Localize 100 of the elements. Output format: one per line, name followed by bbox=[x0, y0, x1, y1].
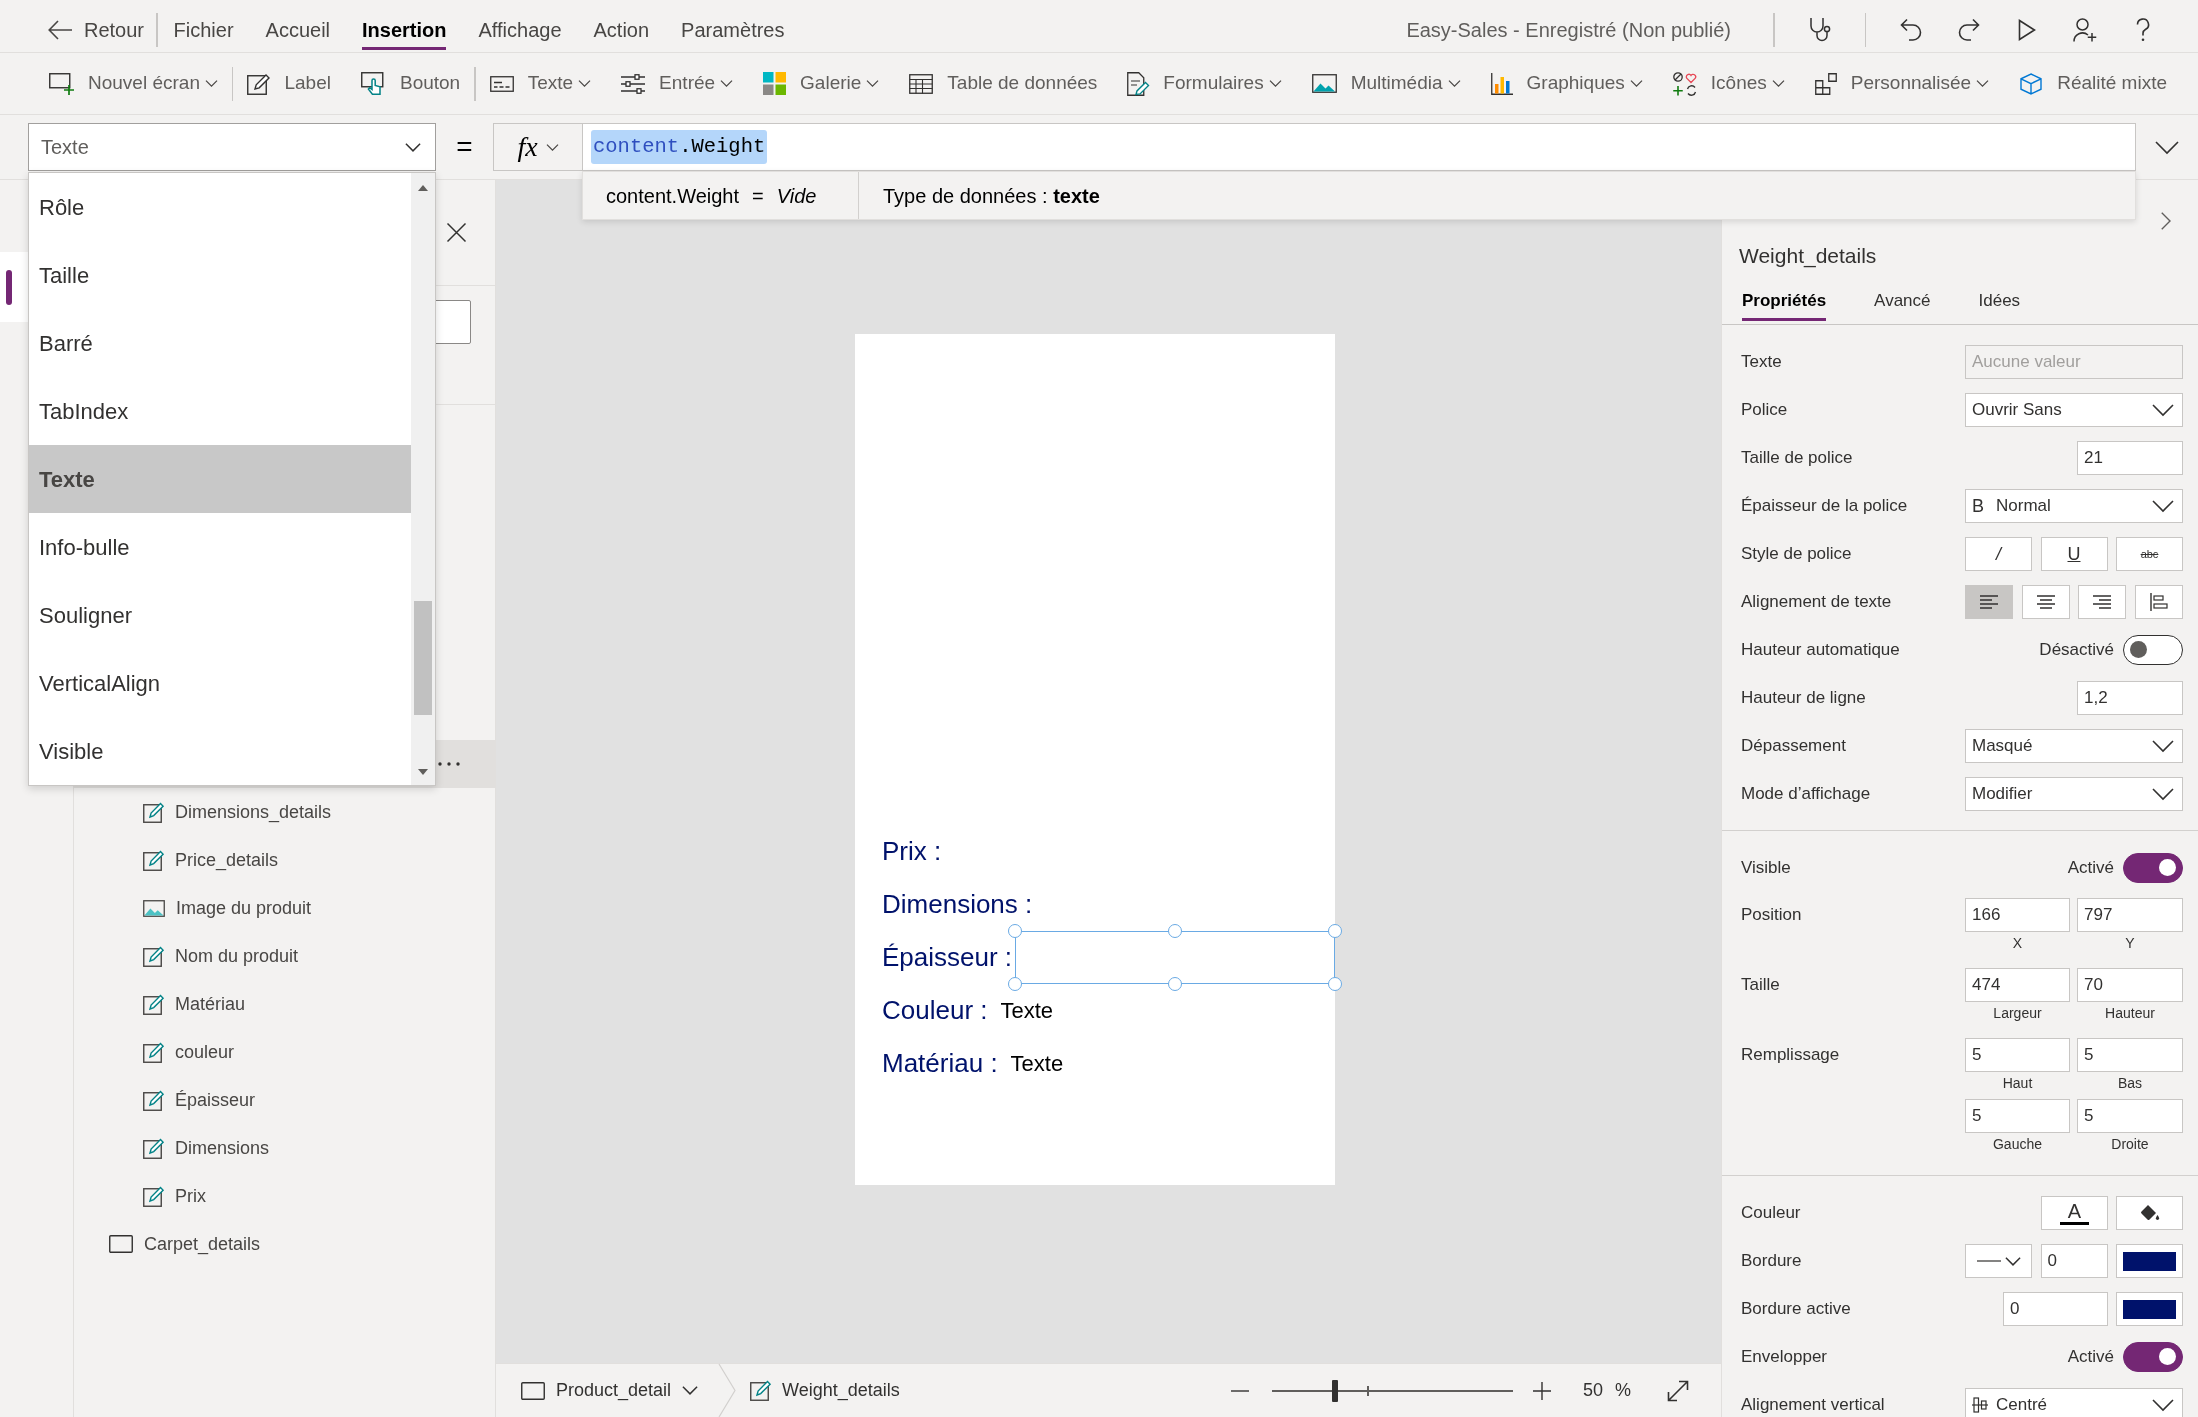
tree-item[interactable]: Matériau bbox=[74, 980, 495, 1028]
number-field[interactable]: 166 bbox=[1965, 898, 2070, 932]
tree-item[interactable]: Dimensions bbox=[74, 1124, 495, 1172]
number-field[interactable]: 5 bbox=[2077, 1099, 2183, 1133]
number-field[interactable]: 0 bbox=[2040, 1244, 2108, 1278]
slider-thumb[interactable] bbox=[1331, 1379, 1338, 1402]
ribbon-button[interactable]: Label bbox=[241, 61, 337, 106]
number-field[interactable]: 474 bbox=[1965, 968, 2070, 1002]
play-icon[interactable] bbox=[2018, 19, 2036, 41]
fill-color-button[interactable] bbox=[2116, 1196, 2183, 1230]
number-field[interactable]: 70 bbox=[2077, 968, 2183, 1002]
number-field[interactable]: 797 bbox=[2077, 898, 2183, 932]
ribbon-button[interactable]: Formulaires bbox=[1121, 61, 1288, 106]
ribbon-button[interactable]: Multimédia bbox=[1305, 61, 1467, 106]
ribbon-button[interactable]: Réalité mixte bbox=[2013, 61, 2173, 106]
field-caption: Gauche bbox=[1991, 1135, 2043, 1154]
zoom-out-icon[interactable] bbox=[1230, 1389, 1249, 1392]
tree-item[interactable]: Carpet_details bbox=[74, 1220, 495, 1268]
number-field[interactable]: 1,2 bbox=[2077, 681, 2183, 715]
menu-tab[interactable]: Accueil bbox=[249, 8, 347, 52]
number-field[interactable]: 5 bbox=[1965, 1038, 2070, 1072]
properties-tab[interactable]: Avancé bbox=[1870, 277, 1935, 324]
menu-tab[interactable]: Fichier bbox=[157, 8, 250, 52]
operator-text: = bbox=[455, 130, 474, 164]
stethoscope-icon[interactable] bbox=[1808, 17, 1831, 43]
back-button[interactable]: Retour bbox=[36, 8, 157, 52]
more-icon[interactable] bbox=[438, 762, 460, 766]
ribbon-button[interactable]: Graphiques bbox=[1484, 61, 1649, 106]
scroll-up-icon[interactable] bbox=[418, 185, 428, 191]
dropdown-option[interactable]: Visible bbox=[29, 717, 411, 785]
ribbon-button[interactable]: Table de données bbox=[903, 61, 1104, 106]
number-field[interactable]: 0 bbox=[2003, 1292, 2108, 1326]
dropdown-option[interactable]: Texte bbox=[29, 445, 411, 513]
tree-item[interactable]: Image du produit bbox=[74, 884, 495, 932]
number-field[interactable]: 21 bbox=[2077, 441, 2183, 475]
formula-field[interactable]: content.Weight bbox=[582, 123, 2136, 171]
scroll-down-icon[interactable] bbox=[418, 769, 428, 775]
scrollbar-thumb[interactable] bbox=[414, 601, 432, 715]
tree-item[interactable]: Nom du produit bbox=[74, 932, 495, 980]
ribbon-button[interactable]: Galerie bbox=[757, 61, 886, 106]
menu-tab[interactable]: Paramètres bbox=[665, 8, 801, 52]
ribbon-button[interactable]: Icônes bbox=[1666, 61, 1791, 106]
tree-item[interactable]: Dimensions_details bbox=[74, 788, 495, 836]
number-field[interactable]: 5 bbox=[2077, 1038, 2183, 1072]
resize-handle[interactable] bbox=[1168, 977, 1183, 991]
resize-handle[interactable] bbox=[1008, 924, 1023, 938]
add-person-icon[interactable] bbox=[2073, 18, 2097, 42]
toggle-switch[interactable] bbox=[2123, 635, 2183, 665]
align-left-button[interactable] bbox=[1965, 585, 2013, 619]
scrollbar[interactable] bbox=[411, 173, 435, 785]
number-field[interactable]: 5 bbox=[1965, 1099, 2070, 1133]
ribbon-button[interactable]: Personnalisée bbox=[1808, 61, 1996, 106]
dropdown-field[interactable]: B Normal bbox=[1965, 489, 2183, 523]
align-right-button[interactable] bbox=[2078, 585, 2127, 619]
properties-tab[interactable]: Propriétés bbox=[1738, 277, 1831, 324]
expand-icon[interactable] bbox=[1667, 1379, 1689, 1402]
tree-item[interactable]: Prix bbox=[74, 1172, 495, 1220]
resize-handle[interactable] bbox=[1328, 924, 1342, 938]
resize-handle[interactable] bbox=[1008, 977, 1023, 991]
toggle-switch[interactable] bbox=[2123, 1342, 2183, 1372]
ribbon-button[interactable]: Bouton bbox=[354, 61, 467, 106]
help-icon[interactable] bbox=[2136, 18, 2150, 42]
menu-tab[interactable]: Affichage bbox=[462, 8, 578, 52]
align-bars-button[interactable] bbox=[2134, 585, 2183, 619]
resize-handle[interactable] bbox=[1328, 977, 1342, 991]
dropdown-field[interactable]: Modifier bbox=[1965, 777, 2183, 811]
dropdown-field[interactable]: Ouvrir Sans bbox=[1965, 393, 2183, 427]
underline-button[interactable]: U bbox=[2040, 537, 2108, 571]
close-icon[interactable] bbox=[447, 223, 466, 242]
dropdown-field[interactable]: Masqué bbox=[1965, 729, 2183, 763]
tree-item[interactable]: couleur bbox=[74, 1028, 495, 1076]
property-dropdown[interactable]: Texte bbox=[28, 123, 436, 171]
text-field[interactable]: Aucune valeur bbox=[1965, 345, 2183, 379]
dropdown-option[interactable]: Rôle bbox=[29, 173, 411, 241]
fx-button[interactable]: fx bbox=[493, 123, 582, 171]
menu-tab[interactable]: Insertion bbox=[346, 8, 463, 52]
zoom-in-icon[interactable] bbox=[1532, 1381, 1551, 1400]
toggle-switch[interactable] bbox=[2123, 853, 2183, 883]
line-style-dropdown[interactable] bbox=[1965, 1244, 2032, 1278]
tree-item[interactable]: Price_details bbox=[74, 836, 495, 884]
ribbon-button[interactable]: Texte bbox=[483, 61, 598, 106]
font-color-button[interactable]: A bbox=[2041, 1196, 2108, 1230]
resize-handle[interactable] bbox=[1168, 924, 1183, 938]
screen-breadcrumb[interactable]: Product_detail bbox=[521, 1377, 699, 1404]
control-breadcrumb[interactable]: Weight_details bbox=[750, 1377, 900, 1404]
ribbon-button[interactable]: Entrée bbox=[615, 61, 740, 106]
strikethrough-button[interactable]: abc bbox=[2116, 537, 2183, 571]
redo-icon[interactable] bbox=[1958, 18, 1980, 42]
menu-tab[interactable]: Action bbox=[577, 8, 666, 52]
properties-tab[interactable]: Idées bbox=[1974, 277, 2025, 324]
chevron-right-icon[interactable] bbox=[2161, 212, 2171, 230]
italic-button[interactable]: / bbox=[1965, 537, 2032, 571]
dropdown-field[interactable]: Centré bbox=[1965, 1388, 2183, 1417]
tree-item[interactable]: Épaisseur bbox=[74, 1076, 495, 1124]
color-picker-button[interactable] bbox=[2116, 1244, 2183, 1278]
chevron-down-icon[interactable] bbox=[2155, 140, 2179, 154]
ribbon-button[interactable]: Nouvel écran bbox=[43, 61, 224, 106]
undo-icon[interactable] bbox=[1900, 18, 1922, 42]
color-picker-button[interactable] bbox=[2116, 1292, 2183, 1326]
align-center-button[interactable] bbox=[2021, 585, 2070, 619]
